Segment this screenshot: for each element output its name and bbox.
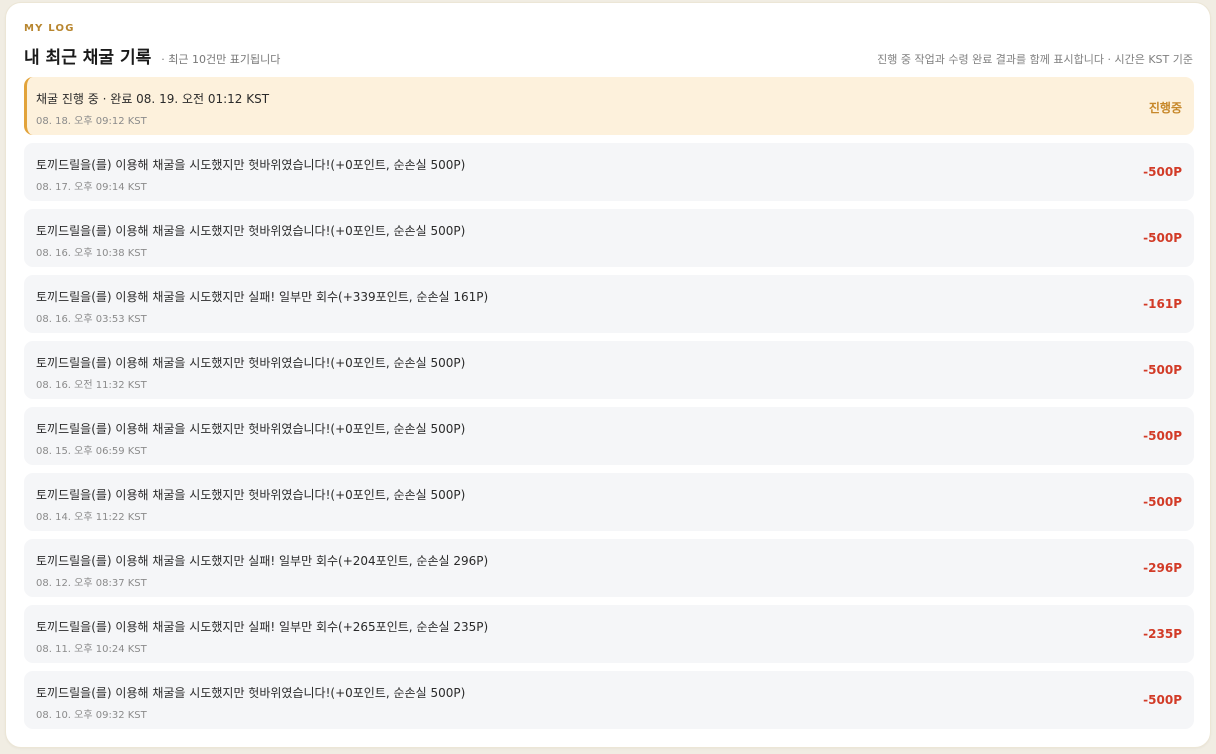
log-item-time: 08. 15. 오후 06:59 KST: [36, 446, 147, 457]
log-item-active: 채굴 진행 중 · 완료 08. 19. 오전 01:12 KST 08. 18…: [24, 77, 1194, 135]
page-title: 내 최근 채굴 기록: [24, 48, 152, 68]
log-item-amount: -500P: [1143, 495, 1182, 509]
log-item-time: 08. 12. 오후 08:37 KST: [36, 578, 147, 589]
log-item-time: 08. 14. 오후 11:22 KST: [36, 512, 147, 523]
section-eyebrow: MY LOG: [24, 23, 75, 34]
log-item-title: 토끼드릴을(를) 이용해 채굴을 시도했지만 실패! 일부만 회수(+339포인…: [36, 290, 489, 304]
log-item: 토끼드릴을(를) 이용해 채굴을 시도했지만 헛바위였습니다!(+0포인트, 순…: [24, 473, 1194, 531]
log-item: 토끼드릴을(를) 이용해 채굴을 시도했지만 실패! 일부만 회수(+204포인…: [24, 539, 1194, 597]
timezone-note: 진행 중 작업과 수령 완료 결과를 함께 표시합니다 · 시간은 KST 기준: [877, 53, 1193, 66]
status-badge: 진행중: [1148, 101, 1182, 115]
log-item-amount: -500P: [1143, 693, 1182, 707]
log-item-amount: -296P: [1143, 561, 1182, 575]
log-item: 토끼드릴을(를) 이용해 채굴을 시도했지만 헛바위였습니다!(+0포인트, 순…: [24, 209, 1194, 267]
log-item-amount: -235P: [1143, 627, 1182, 641]
log-item-time: 08. 16. 오전 11:32 KST: [36, 380, 147, 391]
log-item-amount: -500P: [1143, 231, 1182, 245]
log-item-time: 08. 16. 오후 10:38 KST: [36, 248, 147, 259]
log-item-title: 토끼드릴을(를) 이용해 채굴을 시도했지만 헛바위였습니다!(+0포인트, 순…: [36, 158, 466, 172]
log-item-amount: -161P: [1143, 297, 1182, 311]
log-item: 토끼드릴을(를) 이용해 채굴을 시도했지만 헛바위였습니다!(+0포인트, 순…: [24, 341, 1194, 399]
page-subtitle: · 최근 10건만 표기됩니다: [161, 53, 281, 66]
log-list: 채굴 진행 중 · 완료 08. 19. 오전 01:12 KST 08. 18…: [24, 77, 1194, 737]
title-row: 내 최근 채굴 기록 · 최근 10건만 표기됩니다: [24, 43, 280, 68]
log-item-title: 토끼드릴을(를) 이용해 채굴을 시도했지만 헛바위였습니다!(+0포인트, 순…: [36, 422, 466, 436]
log-item: 토끼드릴을(를) 이용해 채굴을 시도했지만 실패! 일부만 회수(+339포인…: [24, 275, 1194, 333]
log-item: 토끼드릴을(를) 이용해 채굴을 시도했지만 헛바위였습니다!(+0포인트, 순…: [24, 143, 1194, 201]
log-item-title: 토끼드릴을(를) 이용해 채굴을 시도했지만 헛바위였습니다!(+0포인트, 순…: [36, 488, 466, 502]
log-item-title: 채굴 진행 중 · 완료 08. 19. 오전 01:12 KST: [36, 92, 270, 106]
log-item-time: 08. 10. 오후 09:32 KST: [36, 710, 147, 721]
log-item-amount: -500P: [1143, 429, 1182, 443]
log-item-title: 토끼드릴을(를) 이용해 채굴을 시도했지만 헛바위였습니다!(+0포인트, 순…: [36, 224, 466, 238]
log-item: 토끼드릴을(를) 이용해 채굴을 시도했지만 실패! 일부만 회수(+265포인…: [24, 605, 1194, 663]
log-item-amount: -500P: [1143, 363, 1182, 377]
log-item: 토끼드릴을(를) 이용해 채굴을 시도했지만 헛바위였습니다!(+0포인트, 순…: [24, 671, 1194, 729]
log-item-time: 08. 17. 오후 09:14 KST: [36, 182, 147, 193]
log-item-title: 토끼드릴을(를) 이용해 채굴을 시도했지만 헛바위였습니다!(+0포인트, 순…: [36, 686, 466, 700]
mining-log-card: MY LOG 내 최근 채굴 기록 · 최근 10건만 표기됩니다 진행 중 작…: [5, 2, 1211, 748]
log-item-time: 08. 18. 오후 09:12 KST: [36, 116, 147, 127]
log-item: 토끼드릴을(를) 이용해 채굴을 시도했지만 헛바위였습니다!(+0포인트, 순…: [24, 407, 1194, 465]
log-item-title: 토끼드릴을(를) 이용해 채굴을 시도했지만 실패! 일부만 회수(+204포인…: [36, 554, 489, 568]
log-item-time: 08. 16. 오후 03:53 KST: [36, 314, 147, 325]
log-item-title: 토끼드릴을(를) 이용해 채굴을 시도했지만 실패! 일부만 회수(+265포인…: [36, 620, 489, 634]
log-item-amount: -500P: [1143, 165, 1182, 179]
log-item-time: 08. 11. 오후 10:24 KST: [36, 644, 147, 655]
log-item-title: 토끼드릴을(를) 이용해 채굴을 시도했지만 헛바위였습니다!(+0포인트, 순…: [36, 356, 466, 370]
